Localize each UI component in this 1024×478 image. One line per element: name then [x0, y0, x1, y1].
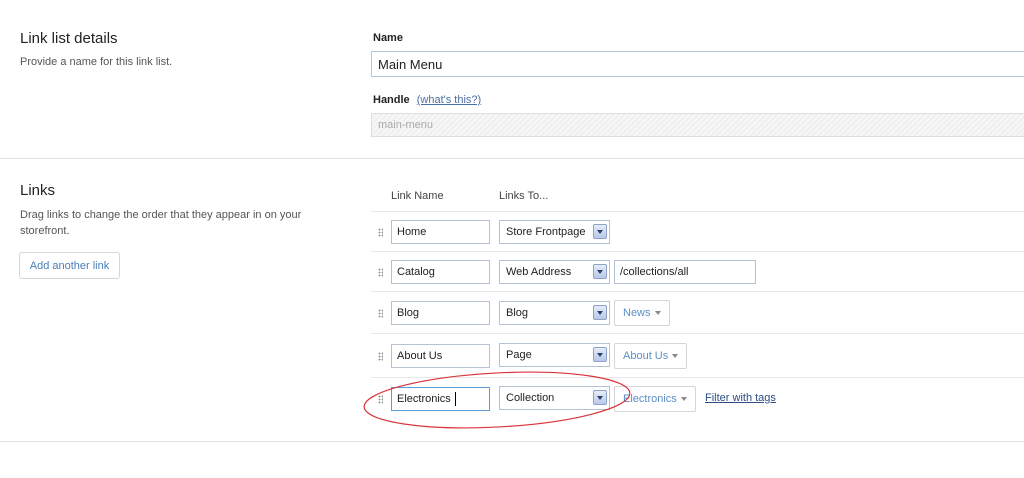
row-divider	[371, 251, 1024, 252]
handle-input	[371, 113, 1024, 137]
page-target-dropdown[interactable]: About Us	[614, 343, 688, 369]
handle-label-row: Handle (what's this?)	[373, 94, 481, 106]
select-arrow-icon	[593, 224, 607, 239]
dropdown-value: About Us	[623, 350, 669, 362]
handle-label: Handle	[373, 94, 410, 106]
highlight-ellipse-annotation	[363, 371, 631, 429]
select-value: Web Address	[506, 266, 572, 278]
dropdown-value: News	[623, 307, 651, 319]
handle-help-link[interactable]: (what's this?)	[417, 94, 481, 106]
drag-handle-icon[interactable]	[378, 309, 383, 318]
row-divider	[371, 333, 1024, 334]
links-to-select-blog[interactable]: Blog	[499, 301, 610, 325]
column-header-link-name: Link Name	[391, 190, 444, 202]
link-name-input-about-us[interactable]	[391, 344, 490, 368]
section-divider	[0, 441, 1024, 442]
name-input[interactable]	[371, 51, 1024, 77]
details-section-title: Link list details	[20, 30, 118, 47]
blog-target-dropdown[interactable]: News	[614, 300, 670, 326]
select-value: Page	[506, 349, 532, 361]
details-section-description: Provide a name for this link list.	[20, 56, 173, 68]
drag-handle-icon[interactable]	[378, 352, 383, 361]
links-section-description: Drag links to change the order that they…	[20, 209, 302, 237]
drag-handle-icon[interactable]	[378, 228, 383, 237]
link-name-input-home[interactable]	[391, 220, 490, 244]
select-arrow-icon	[593, 264, 607, 279]
name-label: Name	[373, 32, 403, 44]
select-value: Store Frontpage	[506, 226, 586, 238]
links-to-select-catalog[interactable]: Web Address	[499, 260, 610, 284]
drag-handle-icon[interactable]	[378, 268, 383, 277]
links-to-select-about-us[interactable]: Page	[499, 343, 610, 367]
row-divider	[371, 291, 1024, 292]
section-divider	[0, 158, 1024, 159]
caret-down-icon	[672, 354, 679, 359]
row-divider	[371, 211, 1024, 212]
add-another-link-button[interactable]: Add another link	[19, 252, 120, 279]
filter-with-tags-link[interactable]: Filter with tags	[705, 392, 776, 404]
select-arrow-icon	[593, 305, 607, 320]
links-section-title: Links	[20, 182, 56, 199]
select-value: Blog	[506, 307, 529, 319]
caret-down-icon	[680, 397, 687, 402]
web-address-input[interactable]	[614, 260, 756, 284]
caret-down-icon	[654, 311, 661, 316]
link-name-input-blog[interactable]	[391, 301, 490, 325]
column-header-links-to: Links To...	[499, 190, 549, 202]
links-to-select-home[interactable]: Store Frontpage	[499, 220, 610, 244]
select-arrow-icon	[593, 347, 607, 362]
link-name-input-catalog[interactable]	[391, 260, 490, 284]
